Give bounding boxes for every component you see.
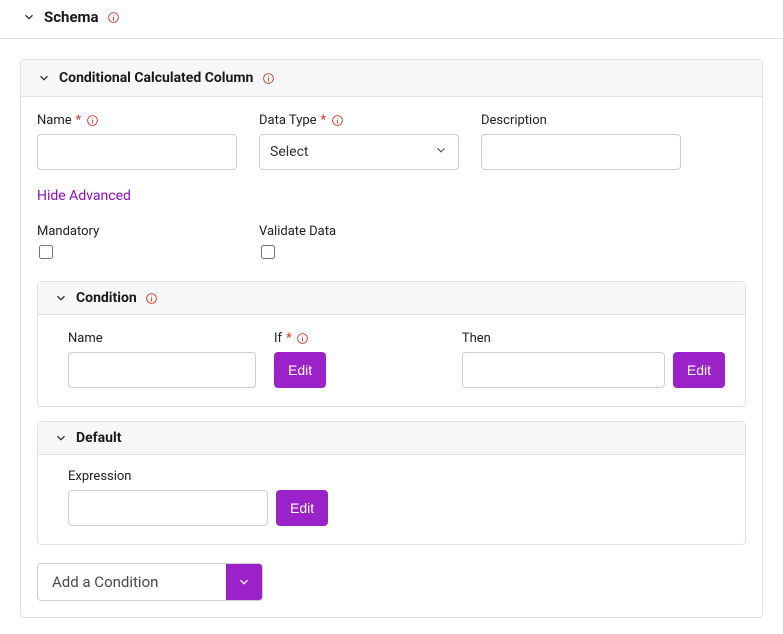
hide-advanced-toggle[interactable]: Hide Advanced [37,188,131,204]
condition-name-label: Name [68,331,103,346]
chevron-down-icon [54,431,68,445]
condition-panel: Condition Name [37,281,746,407]
chevron-down-icon [37,71,51,85]
info-icon [145,291,159,305]
name-input[interactable] [37,134,237,170]
chevron-down-icon [22,10,36,24]
name-label: Name [37,113,72,128]
info-icon [330,114,344,128]
expression-label: Expression [68,469,132,484]
chevron-down-icon [54,291,68,305]
info-icon [85,114,99,128]
description-input[interactable] [481,134,681,170]
mandatory-checkbox[interactable] [39,245,53,259]
description-label: Description [481,113,547,128]
required-asterisk: * [321,113,327,128]
add-condition-label: Add a Condition [38,564,226,600]
ccc-title: Conditional Calculated Column [59,70,253,86]
datatype-label: Data Type [259,113,317,128]
validate-label: Validate Data [259,224,459,239]
schema-title: Schema [44,8,99,26]
mandatory-label: Mandatory [37,224,237,239]
expression-edit-button[interactable]: Edit [276,490,328,526]
chevron-down-icon [434,143,448,161]
then-edit-button[interactable]: Edit [673,352,725,388]
default-header[interactable]: Default [38,422,745,455]
add-condition-button[interactable]: Add a Condition [37,563,263,601]
ccc-panel: Conditional Calculated Column Name * [20,59,763,618]
info-icon [296,332,310,346]
datatype-select[interactable]: Select [259,134,459,170]
condition-name-input[interactable] [68,352,256,388]
default-title: Default [76,430,121,446]
required-asterisk: * [286,331,292,346]
if-edit-button[interactable]: Edit [274,352,326,388]
then-input[interactable] [462,352,665,388]
ccc-header[interactable]: Conditional Calculated Column [21,60,762,97]
schema-header[interactable]: Schema [0,0,783,39]
required-asterisk: * [76,113,82,128]
datatype-selected: Select [270,144,308,160]
info-icon [261,71,275,85]
condition-title: Condition [76,290,137,306]
validate-checkbox[interactable] [261,245,275,259]
if-label: If [274,331,282,346]
then-label: Then [462,331,491,346]
default-panel: Default Expression Edit [37,421,746,545]
expression-input[interactable] [68,490,268,526]
condition-header[interactable]: Condition [38,282,745,315]
info-icon [107,10,121,24]
chevron-down-icon [226,564,262,600]
